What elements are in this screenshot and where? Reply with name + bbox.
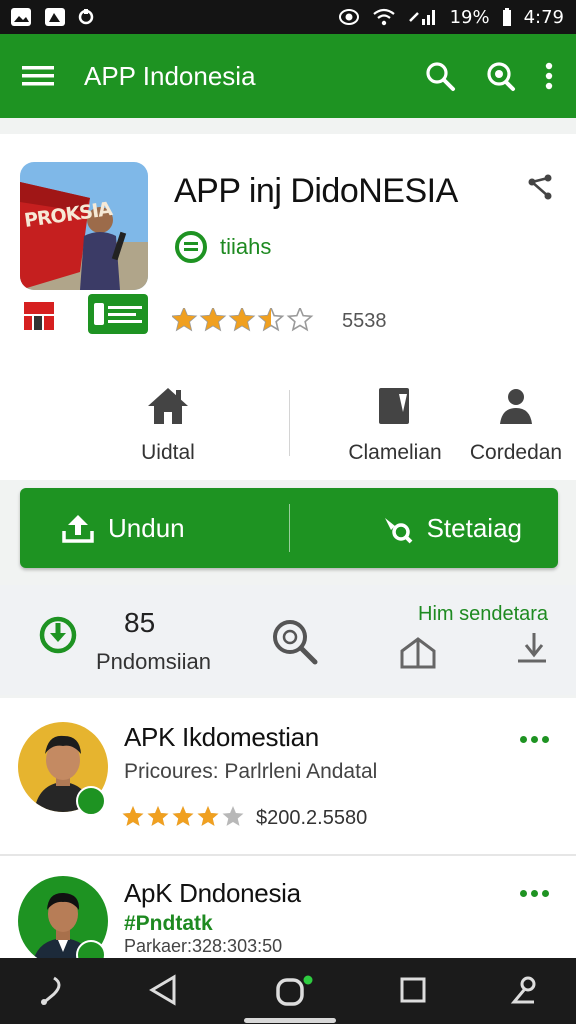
secondary-action-button[interactable]: Stetaiag [381, 488, 522, 568]
search-icon[interactable] [424, 60, 456, 92]
list-item-meta: Parkaer:328:303:50 [124, 936, 283, 956]
home-button-icon[interactable] [274, 974, 314, 1008]
install-icon[interactable] [398, 633, 438, 673]
star-filled [147, 806, 169, 826]
clock: 4:79 [523, 6, 564, 28]
search-icon[interactable] [268, 615, 320, 667]
list-item-price: $200.2.5580 [256, 806, 368, 829]
profile-nav-icon[interactable] [508, 974, 540, 1008]
star-filled [122, 806, 144, 826]
status-bar: 19% 4:79 [0, 0, 576, 34]
download-icon[interactable] [38, 615, 78, 655]
more-options-icon[interactable] [520, 736, 549, 743]
chat-icon [174, 230, 208, 264]
list-item-title: APK Ikdomestian [124, 722, 319, 752]
list-item-title: ApK Dndonesia [124, 878, 301, 908]
list-item-tag: #Pndtatk [124, 912, 213, 935]
stats-strip: 85 Pndomsiian Him sendetara [0, 585, 576, 695]
back-icon[interactable] [148, 974, 178, 1006]
divider [289, 504, 290, 552]
menu-icon[interactable] [22, 64, 54, 88]
upload-icon [62, 513, 94, 543]
download-arrow-icon[interactable] [514, 631, 550, 667]
download-label: Undun [108, 512, 185, 543]
category-tag[interactable]: tiiahs [174, 230, 271, 264]
app-bar: APP Indonesia [0, 34, 576, 118]
info-label: Clamelian [348, 441, 442, 464]
book-icon [375, 386, 415, 426]
secondary-action-label: Stetaiag [426, 512, 522, 543]
app-header-card: PROKSIA APP inj DidoNESIA tiiahs 5538 Ui… [0, 134, 576, 480]
app-title: APP Indonesia [84, 60, 256, 91]
assistant-icon[interactable] [36, 974, 66, 1008]
list-item[interactable]: APK Ikdomestian Pricoures: Parlrleni And… [0, 698, 576, 854]
download-count: 85 [124, 607, 156, 638]
home-indicator [244, 1018, 336, 1023]
star-filled [172, 308, 196, 330]
share-icon[interactable] [526, 174, 554, 202]
info-item-uidtal[interactable]: Uidtal [120, 386, 216, 465]
navigation-bar [0, 958, 576, 1024]
wifi-icon [372, 8, 396, 26]
signal-icon [408, 7, 438, 27]
star-filled [197, 806, 219, 826]
rating-count: 5538 [342, 309, 387, 332]
info-row: Uidtal Clamelian Cordedan [0, 384, 576, 470]
person-icon [496, 386, 536, 426]
info-label: Cordedan [469, 441, 563, 464]
star-filled [201, 308, 225, 330]
app-detail-title: APP inj DidoNESIA [174, 172, 458, 210]
download-count-label: Pndomsiian [96, 649, 211, 674]
app-icon[interactable]: PROKSIA [20, 162, 148, 290]
star-filled [230, 308, 254, 330]
action-bar: Undun Stetaiag [20, 488, 558, 568]
more-vert-icon[interactable] [544, 61, 554, 91]
info-label: Uidtal [141, 441, 195, 464]
battery-icon [502, 7, 512, 27]
info-item-cordedan[interactable]: Cordedan [468, 386, 564, 465]
home-icon [146, 386, 190, 426]
list-item-subtitle: Pricoures: Parlrleni Andatal [124, 760, 378, 783]
recents-icon[interactable] [398, 974, 428, 1006]
developer-badge [88, 294, 148, 334]
list-item-rating: $200.2.5580 [122, 806, 367, 830]
star-empty [222, 806, 244, 826]
image-icon [10, 7, 32, 27]
verified-badge-icon [76, 786, 106, 816]
list-item[interactable]: ApK Dndonesia #Pndtatk Parkaer:328:303:5… [0, 856, 576, 960]
category-label: tiiahs [220, 234, 272, 259]
download-button[interactable]: Undun [62, 488, 185, 568]
more-options-icon[interactable] [520, 890, 549, 897]
tools-icon [381, 512, 413, 544]
gallery-icon [44, 7, 66, 27]
divider [289, 390, 290, 456]
star-filled [172, 806, 194, 826]
battery-percent: 19% [449, 6, 490, 28]
sync-icon [78, 7, 94, 27]
more-info-link[interactable]: Him sendetara [418, 603, 548, 626]
search-icon[interactable] [484, 60, 516, 92]
star-empty [286, 308, 314, 332]
eye-icon [338, 8, 360, 26]
rating-row: 5538 [172, 308, 387, 334]
info-item-clamelian[interactable]: Clamelian [340, 386, 450, 465]
rating-stars [172, 308, 314, 332]
rating-badge-icon [22, 298, 56, 332]
rating-stars [122, 806, 244, 826]
